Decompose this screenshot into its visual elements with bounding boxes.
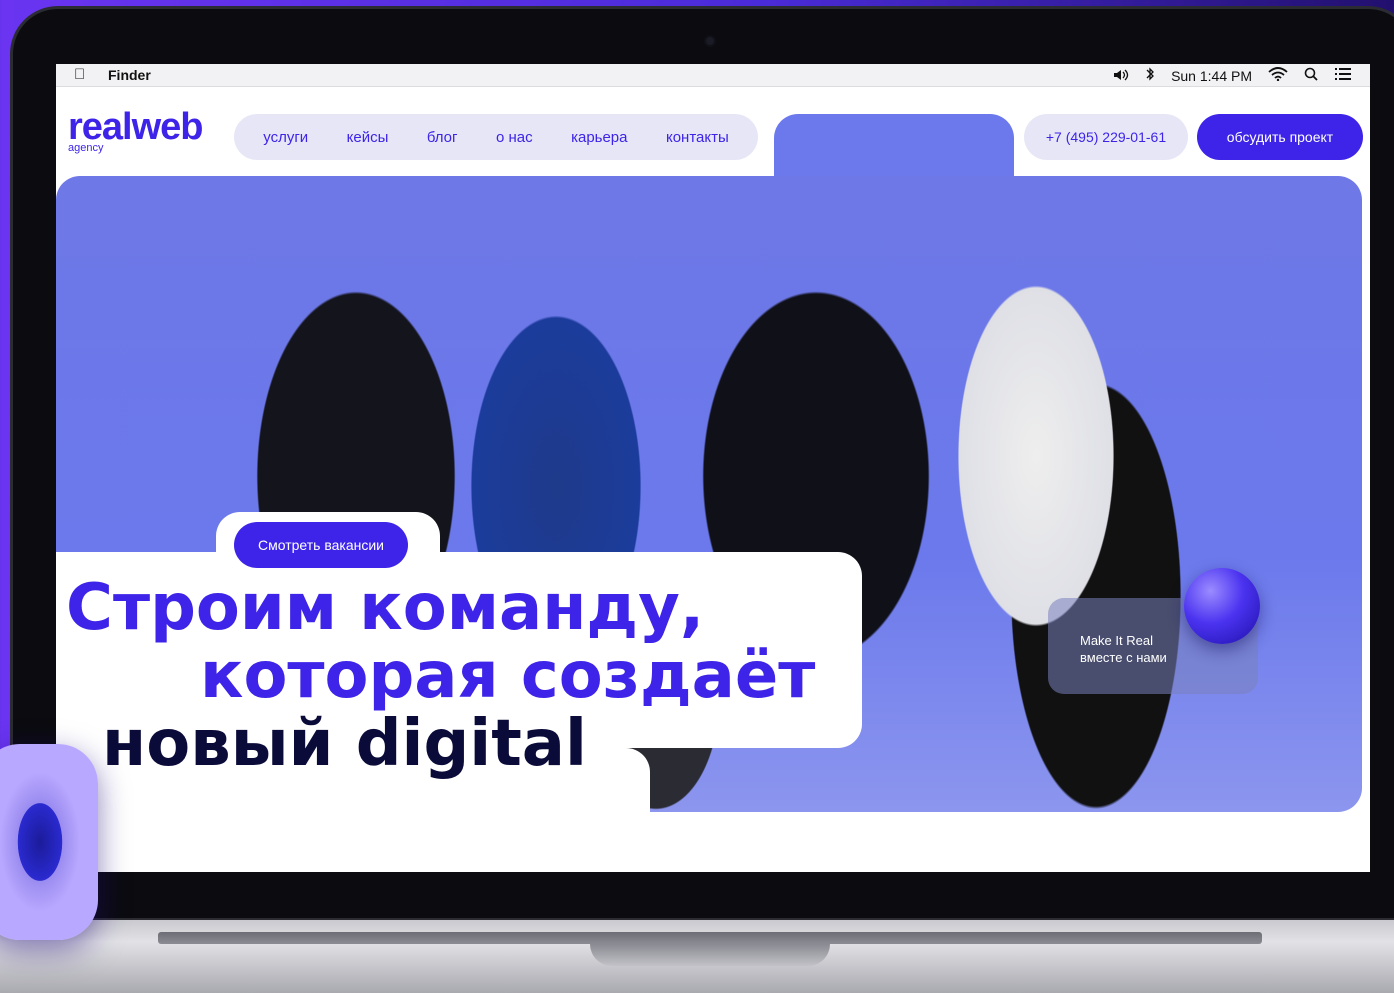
main-nav: услуги кейсы блог о нас карьера контакты <box>234 114 758 160</box>
card-subtitle: вместе с нами <box>1080 650 1167 665</box>
nav-item-contacts[interactable]: контакты <box>666 129 729 146</box>
laptop-notch <box>590 944 830 966</box>
sphere-decoration <box>1184 568 1260 644</box>
search-icon[interactable] <box>1304 67 1318 84</box>
logo[interactable]: realweb agency <box>68 106 204 154</box>
app-name[interactable]: Finder <box>108 67 151 83</box>
mac-menubar:  Finder Sun 1:44 PM <box>56 64 1370 87</box>
nav-item-cases[interactable]: кейсы <box>347 129 389 146</box>
list-icon[interactable] <box>1334 67 1352 84</box>
nav-item-about[interactable]: о нас <box>496 129 533 146</box>
headline-line-1: Строим команду, <box>66 571 705 645</box>
hero-headline: Строим команду, которая создаёт новый di… <box>66 574 815 778</box>
screen:  Finder Sun 1:44 PM realweb agenc <box>56 64 1370 872</box>
logo-text: realweb <box>68 106 204 148</box>
nav-item-blog[interactable]: блог <box>427 129 458 146</box>
wifi-icon[interactable] <box>1268 67 1288 84</box>
bluetooth-icon[interactable] <box>1145 67 1155 84</box>
clock[interactable]: Sun 1:44 PM <box>1171 68 1252 84</box>
nav-item-career[interactable]: карьера <box>571 129 627 146</box>
apple-icon[interactable]:  <box>74 66 85 83</box>
camera <box>706 37 714 45</box>
headline-line-3: новый digital <box>102 707 587 781</box>
menubar-status: Sun 1:44 PM <box>1113 67 1352 84</box>
view-vacancies-button[interactable]: Смотреть вакансии <box>234 522 408 568</box>
discuss-project-button[interactable]: обсудить проект <box>1197 114 1363 160</box>
laptop-hinge <box>158 932 1262 944</box>
speaker-icon[interactable] <box>1113 68 1129 84</box>
headline-line-2: которая создаёт <box>200 639 816 713</box>
phone-link[interactable]: +7 (495) 229-01-61 <box>1024 114 1188 160</box>
photo-top-extension <box>774 114 1014 176</box>
ring-decoration <box>0 744 98 940</box>
nav-item-services[interactable]: услуги <box>263 129 308 146</box>
